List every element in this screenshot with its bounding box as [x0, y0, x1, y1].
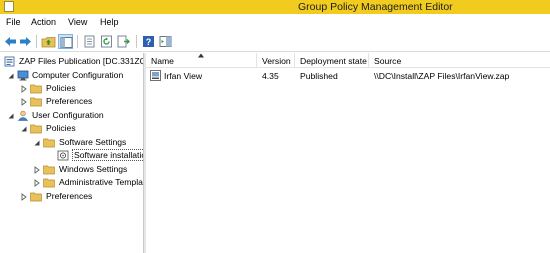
help-icon[interactable]: ? — [141, 34, 156, 49]
action-pane-icon[interactable] — [158, 34, 173, 49]
toolbar-separator — [136, 35, 137, 48]
tree-node-label: User Configuration — [32, 110, 104, 120]
column-header: Name Version Deployment state Source — [146, 53, 550, 68]
tree-node-administrative-templates[interactable]: Administrative Templates — [2, 176, 143, 189]
tree-node-label: Policies — [46, 83, 76, 93]
tree-node-software-installation[interactable]: Software installation — [2, 149, 143, 162]
tree-node-label: Administrative Templates — [59, 177, 143, 187]
menu-file[interactable]: File — [6, 17, 21, 27]
folder-icon — [43, 164, 55, 175]
tree-node-label: Preferences — [46, 96, 93, 106]
menu-help[interactable]: Help — [100, 17, 119, 27]
table-row[interactable]: Irfan View 4.35 Published \\DC\Install\Z… — [146, 69, 550, 83]
column-deployment-state[interactable]: Deployment state — [295, 53, 369, 68]
back-icon[interactable] — [3, 34, 18, 49]
folder-icon — [30, 96, 42, 107]
tree-node-label: Preferences — [46, 191, 93, 201]
folder-icon — [30, 83, 42, 94]
menu-view[interactable]: View — [68, 17, 87, 27]
collapse-arrow-icon[interactable] — [7, 72, 15, 80]
folder-icon — [30, 123, 42, 134]
forward-icon[interactable] — [18, 34, 33, 49]
user-icon — [17, 110, 29, 121]
properties-icon[interactable] — [82, 34, 97, 49]
package-icon — [150, 70, 161, 81]
expand-arrow-icon[interactable] — [20, 85, 28, 93]
software-install-icon — [57, 150, 69, 161]
expand-arrow-icon[interactable] — [20, 98, 28, 106]
up-folder-icon[interactable] — [41, 34, 56, 49]
sort-ascending-icon — [197, 53, 205, 58]
tree-node-label: ZAP Files Publication [DC.331ZQ — [19, 56, 143, 66]
tree-node-software-settings[interactable]: Software Settings — [2, 136, 143, 149]
tree-node-label: Software Settings — [59, 137, 127, 147]
expand-arrow-icon[interactable] — [33, 179, 41, 187]
package-source: \\DC\Install\ZAP Files\IrfanView.zap — [374, 71, 510, 81]
collapse-arrow-icon[interactable] — [20, 125, 28, 133]
expand-arrow-icon[interactable] — [20, 193, 28, 201]
show-hide-tree-icon[interactable] — [58, 34, 73, 49]
refresh-icon[interactable] — [99, 34, 114, 49]
title-bar: Group Policy Management Editor — [0, 0, 550, 14]
tree-node-computer-policies[interactable]: Policies — [2, 82, 143, 95]
window-title: Group Policy Management Editor — [298, 1, 453, 13]
folder-icon — [30, 191, 42, 202]
toolbar-separator — [77, 35, 78, 48]
tree-node-root[interactable]: ZAP Files Publication [DC.331ZQ — [2, 55, 143, 68]
folder-icon — [43, 177, 55, 188]
expand-arrow-icon[interactable] — [33, 166, 41, 174]
details-list[interactable]: Name Version Deployment state Source Irf… — [146, 53, 550, 253]
package-deployment-state: Published — [300, 71, 338, 81]
collapse-arrow-icon[interactable] — [7, 112, 15, 120]
tree-node-label: Policies — [46, 123, 76, 133]
computer-icon — [17, 70, 29, 81]
tree-node-computer-preferences[interactable]: Preferences — [2, 95, 143, 108]
menu-bar: File Action View Help — [0, 14, 550, 31]
toolbar: ? — [0, 31, 550, 52]
package-version: 4.35 — [262, 71, 279, 81]
svg-text:?: ? — [146, 37, 152, 47]
column-source[interactable]: Source — [369, 53, 550, 68]
collapse-arrow-icon[interactable] — [33, 139, 41, 147]
tree-node-label: Windows Settings — [59, 164, 128, 174]
menu-action[interactable]: Action — [31, 17, 56, 27]
column-version[interactable]: Version — [257, 53, 295, 68]
package-name: Irfan View — [164, 71, 203, 81]
tree-node-label: Software installation — [72, 149, 143, 161]
tree-node-user-configuration[interactable]: User Configuration — [2, 109, 143, 122]
column-name[interactable]: Name — [146, 53, 257, 68]
tree-node-user-preferences[interactable]: Preferences — [2, 190, 143, 203]
console-tree[interactable]: ZAP Files Publication [DC.331ZQ Computer… — [0, 53, 143, 253]
toolbar-separator — [36, 35, 37, 48]
gpo-icon — [4, 56, 16, 67]
export-list-icon[interactable] — [116, 34, 131, 49]
tree-node-windows-settings[interactable]: Windows Settings — [2, 163, 143, 176]
tree-node-label: Computer Configuration — [32, 70, 124, 80]
app-icon — [4, 1, 14, 12]
folder-icon — [43, 137, 55, 148]
tree-node-user-policies[interactable]: Policies — [2, 122, 143, 135]
tree-node-computer-configuration[interactable]: Computer Configuration — [2, 69, 143, 82]
